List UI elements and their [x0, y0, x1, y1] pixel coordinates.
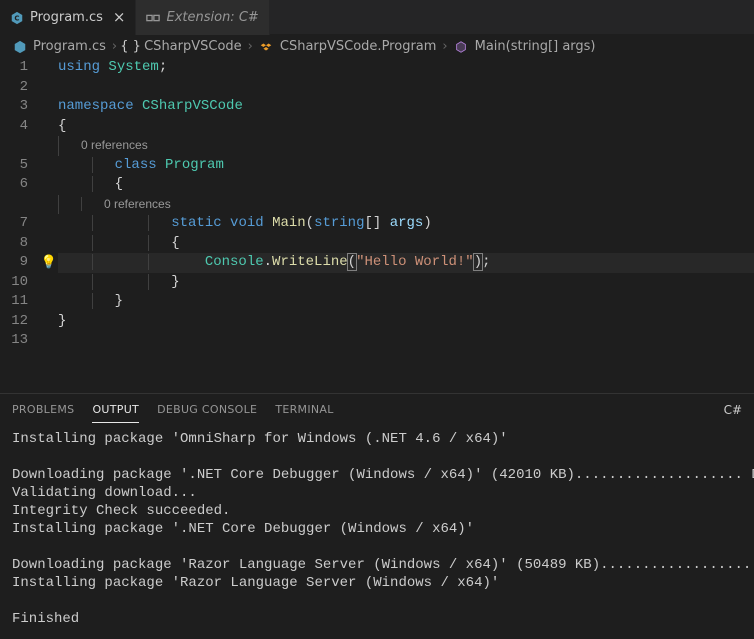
lightbulb-icon[interactable]: 💡 [41, 253, 57, 273]
namespace-icon: { } [123, 39, 138, 54]
breadcrumb[interactable]: Program.cs › { } CSharpVSCode › CSharpVS… [0, 35, 754, 58]
tab-extension-csharp[interactable]: Extension: C# [136, 0, 269, 35]
breadcrumb-item[interactable]: CSharpVSCode [144, 39, 242, 54]
csharp-file-icon [12, 39, 27, 54]
panel-tab-bar: PROBLEMS OUTPUT DEBUG CONSOLE TERMINAL C… [0, 394, 754, 426]
chevron-right-icon: › [112, 39, 117, 54]
glyph-margin: 💡 [40, 58, 58, 351]
editor[interactable]: 1 2 3 4 5 6 7 8 9 10 11 12 13 💡 using Sy… [0, 58, 754, 351]
breadcrumb-item[interactable]: CSharpVSCode.Program [280, 39, 437, 54]
close-icon[interactable]: × [113, 10, 126, 25]
method-icon [454, 39, 469, 54]
codelens[interactable]: 0 references [81, 138, 148, 152]
output-channel-selector[interactable]: C# [724, 403, 742, 417]
class-icon [259, 39, 274, 54]
tab-label: Program.cs [30, 10, 103, 25]
csharp-file-icon: C [10, 11, 24, 25]
code-area[interactable]: using System; namespace CSharpVSCode { 0… [58, 58, 754, 351]
breadcrumb-item[interactable]: Program.cs [33, 39, 106, 54]
output-content[interactable]: Installing package 'OmniSharp for Window… [0, 426, 754, 639]
tab-bar: C Program.cs × Extension: C# [0, 0, 754, 35]
tab-output[interactable]: OUTPUT [92, 397, 139, 423]
codelens[interactable]: 0 references [104, 197, 171, 211]
chevron-right-icon: › [442, 39, 447, 54]
tab-debug-console[interactable]: DEBUG CONSOLE [157, 397, 257, 422]
bottom-panel: PROBLEMS OUTPUT DEBUG CONSOLE TERMINAL C… [0, 393, 754, 639]
line-numbers: 1 2 3 4 5 6 7 8 9 10 11 12 13 [0, 58, 40, 351]
chevron-right-icon: › [248, 39, 253, 54]
breadcrumb-item[interactable]: Main(string[] args) [475, 39, 596, 54]
extension-icon [146, 11, 160, 25]
tab-label: Extension: C# [166, 10, 258, 25]
svg-text:C: C [14, 14, 19, 22]
tab-terminal[interactable]: TERMINAL [275, 397, 333, 422]
tab-problems[interactable]: PROBLEMS [12, 397, 74, 422]
tab-program-cs[interactable]: C Program.cs × [0, 0, 136, 35]
